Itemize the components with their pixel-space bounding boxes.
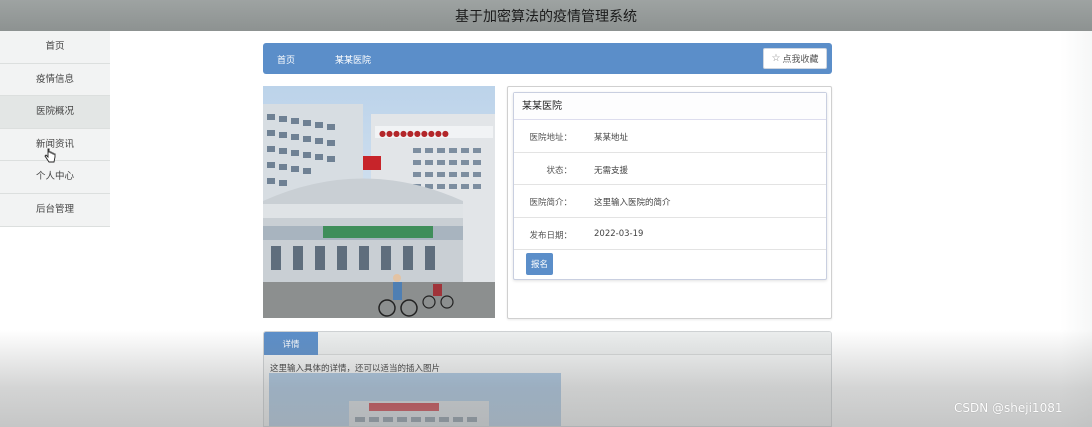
app-header: 基于加密算法的疫情管理系统 [0, 0, 1092, 31]
details-card: 详情 这里输入具体的详情，还可以适当的插入图片 [263, 331, 832, 427]
info-row-address: 医院地址： 某某地址 [514, 120, 826, 153]
info-value: 2022-03-19 [594, 228, 644, 239]
info-row-intro: 医院简介： 这里输入医院的简介 [514, 185, 826, 218]
hospital-photo: ●●●●●●●●●● [263, 86, 495, 318]
details-image [269, 373, 561, 426]
breadcrumb-current[interactable]: 某某医院 [335, 53, 371, 66]
info-label: 发布日期： [529, 230, 572, 241]
favorite-button[interactable]: ☆ 点我收藏 [763, 48, 827, 69]
sidebar-item-home[interactable]: 首页 [0, 31, 110, 64]
info-row-status: 状态： 无需支援 [514, 153, 826, 185]
info-label: 医院简介： [529, 198, 572, 208]
info-label: 状态： [546, 165, 572, 176]
hospital-info-card: 某某医院 医院地址： 某某地址 状态： 无需支援 医院简介： 这里输入医院的简介… [507, 86, 832, 319]
info-value: 某某地址 [594, 133, 629, 143]
info-value: 无需支援 [594, 165, 629, 176]
sidebar-item-hospital-overview[interactable]: 医院概况 [0, 96, 110, 129]
info-value: 这里输入医院的简介 [594, 198, 671, 208]
sidebar-item-epidemic-info[interactable]: 疫情信息 [0, 63, 110, 97]
sidebar: 首页 疫情信息 医院概况 新闻资讯 个人中心 后台管理 [0, 31, 110, 227]
info-row-date: 发布日期： 2022-03-19 [514, 218, 826, 250]
screen-glare [1060, 31, 1092, 427]
hand-cursor-icon [44, 148, 56, 163]
svg-text:●●●●●●●●●●: ●●●●●●●●●● [379, 129, 449, 138]
hospital-name: 某某医院 [514, 93, 826, 120]
sidebar-item-personal-center[interactable]: 个人中心 [0, 161, 110, 194]
breadcrumb-bar: 首页 某某医院 ☆ 点我收藏 [263, 43, 832, 74]
signup-button[interactable]: 报名 [526, 253, 553, 275]
hospital-info-panel: 某某医院 医院地址： 某某地址 状态： 无需支援 医院简介： 这里输入医院的简介… [513, 92, 827, 280]
info-label: 医院地址： [529, 133, 572, 143]
watermark: CSDN @sheji1081 [954, 401, 1063, 415]
star-icon: ☆ [771, 53, 781, 64]
app-title: 基于加密算法的疫情管理系统 [455, 8, 637, 25]
sidebar-item-admin[interactable]: 后台管理 [0, 193, 110, 227]
favorite-button-label: 点我收藏 [782, 55, 819, 65]
tab-details[interactable]: 详情 [264, 332, 318, 355]
breadcrumb-home-link[interactable]: 首页 [277, 53, 295, 66]
details-tab-bar: 详情 [264, 332, 831, 355]
